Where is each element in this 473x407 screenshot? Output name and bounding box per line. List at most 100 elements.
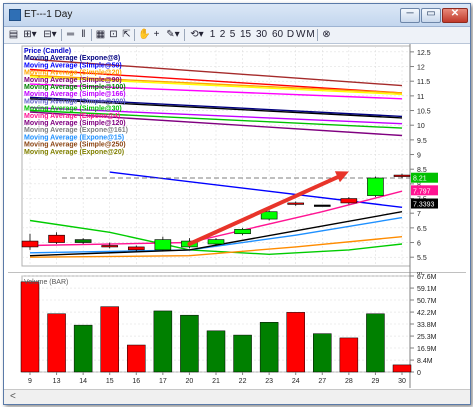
period-button-30[interactable]: 30 [254,29,269,41]
candle-22[interactable] [234,229,251,235]
price-tick-label: 11 [417,94,424,101]
volume-bar-20[interactable] [180,314,199,373]
candle-13[interactable] [48,234,65,243]
grid-icon[interactable]: ▦ [95,29,106,41]
draw-dropdown[interactable]: ✎▾ [164,29,182,41]
price-tick-label: 5.5 [417,255,427,262]
price-tick-label: 7 [417,211,421,218]
candle-23[interactable] [260,211,278,220]
period-button-1[interactable]: 1 [208,29,217,41]
close-icon: ✕ [450,8,460,19]
volume-bar-29[interactable] [366,313,385,373]
volume-bar-21[interactable] [206,330,226,373]
minimize-button[interactable]: ─ [400,8,420,23]
price-tick-label: 10 [417,123,425,130]
volume-bar-15[interactable] [100,306,119,373]
legend-entry[interactable]: Moving Average (Simple@90) [24,77,122,84]
scroll-bar[interactable]: < [4,389,470,404]
maximize-button[interactable]: ▭ [421,8,441,23]
volume-bar-27[interactable] [313,333,332,373]
zoom-box-icon[interactable]: ⊡ [108,29,119,41]
price-label: 8.21 [413,176,427,183]
volume-tick-label: 42.2M [417,310,437,317]
volume-title: Volume (BAR) [24,279,68,286]
legend-entry[interactable]: Moving Average (Simple@166) [24,91,126,98]
period-button-w[interactable]: W [296,29,305,41]
candle-29[interactable] [367,177,384,196]
hand-icon[interactable]: ✋ [138,29,150,41]
legend-entry[interactable]: Moving Average (Simple@100) [24,84,126,91]
legend-entry[interactable]: Moving Average (Simple@30) [24,106,122,113]
legend-entry[interactable]: Moving Average (Expone@8) [24,55,120,62]
pipe-icon[interactable]: ‖ [78,29,89,41]
legend-entry[interactable]: Moving Average (Expone@4) [24,113,120,120]
legend-entry[interactable]: Price (Candle) [24,48,71,55]
legend-entry[interactable]: Moving Average (Simple@20) [24,70,122,77]
volume-bar-23[interactable] [259,322,279,373]
price-label: 7.3393 [413,202,435,209]
legend-entry[interactable]: Moving Average (Simple@200) [24,98,126,105]
candle-15[interactable] [101,245,119,248]
legend-entry[interactable]: Moving Average (Expone@161) [24,127,128,134]
chart-window: ET---1 Day ─ ▭ ✕ ▤ ⊞▾ ⊟▾ ═ ‖ ▦ ⊡ ⇱ ✋ + ✎▾ ⟲▾ 1 2 5 15 30… [3,3,471,405]
x-tick-label: 28 [345,378,353,385]
candle-28[interactable] [340,198,358,204]
candle-14[interactable] [74,239,92,243]
x-tick-label: 14 [79,378,87,385]
volume-bar-30[interactable] [392,364,412,373]
scroll-left-icon[interactable]: < [10,391,16,402]
legend-entry[interactable]: Moving Average (Simple@50) [24,62,122,69]
volume-bar-9[interactable] [20,281,40,373]
price-tick-label: 9 [417,153,421,160]
volume-bar-14[interactable] [73,324,93,373]
price-style-dropdown[interactable]: ⊟▾ [41,29,59,41]
volume-bar-17[interactable] [153,310,173,373]
period-button-5[interactable]: 5 [228,29,237,41]
period-button-15[interactable]: 15 [238,29,253,41]
volume-tick-label: 25.3M [417,334,437,341]
double-line-icon[interactable]: ═ [65,29,76,41]
toolbar-separator [61,29,62,41]
legend-entry[interactable]: Moving Average (Simple@250) [24,142,126,149]
cursor-icon[interactable]: ⇱ [121,29,132,41]
period-button-2[interactable]: 2 [218,29,227,41]
x-tick-label: 23 [265,378,273,385]
price-chart[interactable]: 12.51211.51110.5109.598.587.576.565.58.2… [8,44,466,272]
toolbar-separator [317,29,318,41]
print-icon[interactable]: ▤ [8,29,19,41]
period-button-d[interactable]: D [286,29,295,41]
candle-16[interactable] [127,246,145,251]
legend-entry[interactable]: Moving Average (Expone@20) [24,149,124,156]
legend-entry[interactable]: Moving Average (Expone@15) [24,134,124,141]
x-tick-label: 13 [53,378,61,385]
volume-chart[interactable]: 67.6M59.1M50.7M42.2M33.8M25.3M16.9M8.4M0… [8,272,466,388]
price-tick-label: 6 [417,241,421,248]
title-bar[interactable]: ET---1 Day ─ ▭ ✕ [4,4,470,27]
sync-dropdown[interactable]: ⟲▾ [188,29,206,41]
volume-bar-28[interactable] [339,337,359,373]
candle-30[interactable] [393,174,411,177]
x-tick-label: 9 [28,378,32,385]
legend-entry[interactable]: Moving Average (Simple@120) [24,120,126,127]
close-chart-icon[interactable]: ⊗ [321,29,332,41]
candle-27[interactable] [313,204,331,207]
volume-bar-16[interactable] [127,344,146,373]
candle-9[interactable] [21,240,39,248]
candle-17[interactable] [154,239,172,251]
bar-style-dropdown[interactable]: ⊞▾ [21,29,39,41]
volume-tick-label: 50.7M [417,298,437,305]
close-button[interactable]: ✕ [442,8,468,23]
period-button-60[interactable]: 60 [270,29,285,41]
app-icon [9,9,21,21]
volume-bar-13[interactable] [47,313,66,373]
minimize-icon: ─ [406,8,414,19]
candle-24[interactable] [287,202,305,205]
period-button-m[interactable]: M [306,29,315,41]
x-tick-label: 22 [239,378,247,385]
volume-tick-label: 0 [417,370,421,377]
volume-bar-22[interactable] [233,334,252,373]
window-title: ET---1 Day [24,9,73,20]
volume-bar-24[interactable] [286,312,305,373]
crosshair-icon[interactable]: + [151,29,162,41]
candle-21[interactable] [207,239,225,245]
